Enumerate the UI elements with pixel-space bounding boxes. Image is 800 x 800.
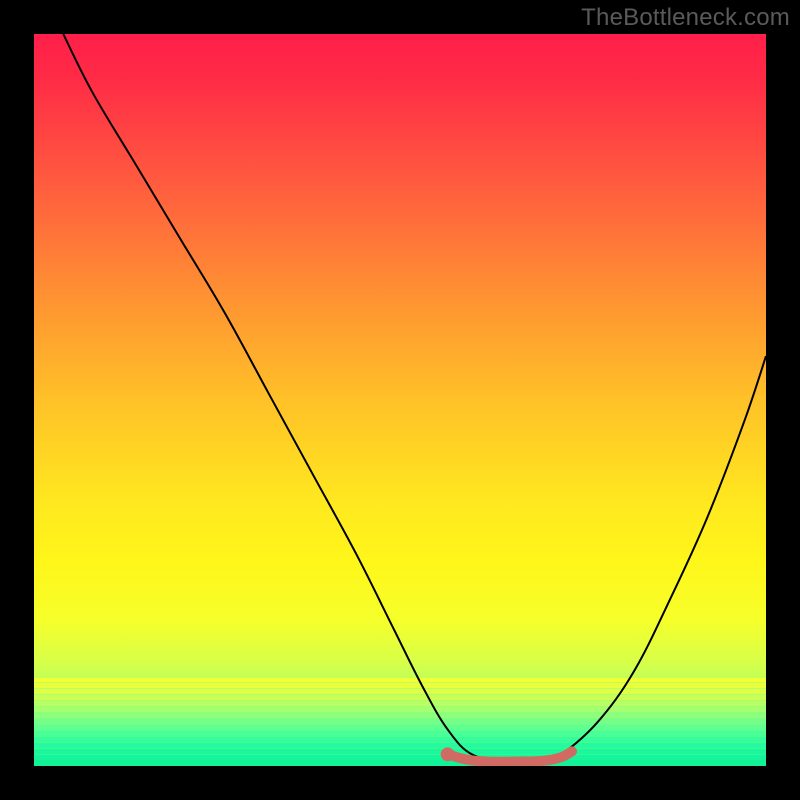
chart-svg (34, 34, 766, 766)
plot-area (34, 34, 766, 766)
watermark-text: TheBottleneck.com (581, 4, 790, 32)
chart-frame: TheBottleneck.com (0, 0, 800, 800)
marker-dot (441, 747, 455, 761)
main-curve (63, 34, 766, 761)
bottom-highlight (448, 751, 572, 761)
